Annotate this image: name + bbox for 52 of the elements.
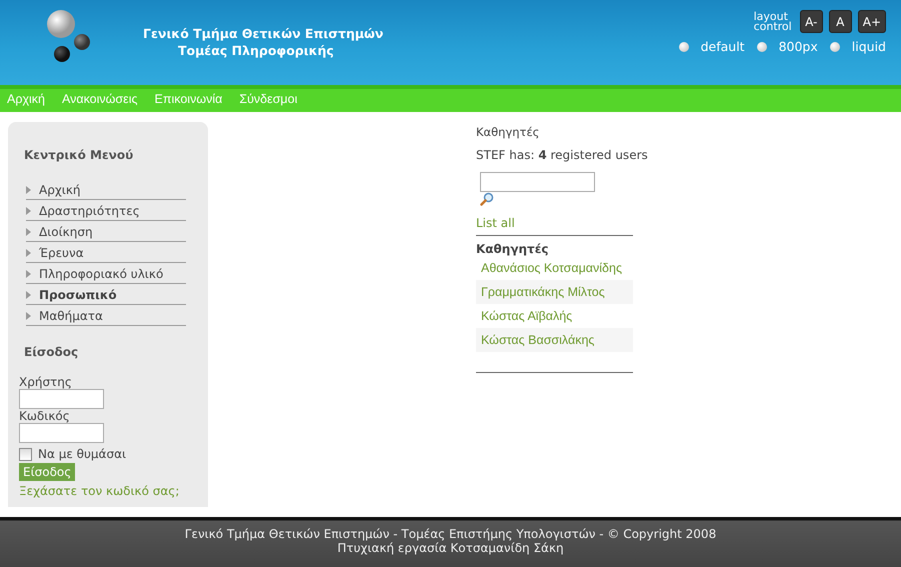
footer-text: Πτυχιακή εργασία Κοτσαμανίδη Σάκη — [336, 541, 565, 555]
nav-link[interactable]: Επικοινωνία — [154, 92, 222, 106]
menu-item[interactable]: Διοίκηση — [26, 222, 186, 242]
nav-link[interactable]: Ανακοινώσεις — [62, 92, 138, 106]
radio-label[interactable]: 800px — [778, 39, 818, 54]
list-all-link[interactable]: List all — [476, 216, 633, 236]
triangle-icon — [26, 290, 31, 298]
triangle-icon — [26, 206, 31, 214]
menu-item[interactable]: Πληροφοριακό υλικό — [26, 264, 186, 284]
nav-link[interactable]: Σύνδεσμοι — [239, 92, 298, 106]
login-title: Είσοδος — [24, 345, 78, 359]
radio-button[interactable] — [678, 42, 689, 52]
user-link[interactable]: Αθανάσιος Κοτσαμανίδης — [476, 256, 633, 280]
checkbox[interactable] — [19, 448, 32, 460]
radio-label[interactable]: default — [700, 39, 745, 54]
page-heading: Καθηγητές — [476, 125, 540, 139]
field-label: Κωδικός — [19, 409, 70, 423]
group-title: Καθηγητές — [476, 242, 550, 256]
user-link[interactable]: Κώστας Αϊβαλής — [476, 304, 633, 328]
radio-button[interactable] — [830, 42, 840, 52]
user-link[interactable]: Κώστας Βασσιλάκης — [476, 328, 633, 352]
footer-text: Γενικό Τμήμα Θετικών Επιστημών - Τομέας Επιστήμης Υπολογιστών - © Copyright 2008 — [184, 527, 718, 541]
layout-control-label: layout control — [754, 12, 792, 32]
font-size-button[interactable]: A+ — [858, 10, 886, 33]
site-title: Τομέας Πληροφορικής — [177, 43, 335, 58]
font-size-button[interactable]: A — [828, 10, 852, 33]
triangle-icon — [26, 312, 31, 320]
triangle-icon — [26, 228, 31, 236]
search-field[interactable] — [480, 172, 595, 192]
radio-button[interactable] — [756, 42, 767, 52]
search-icon[interactable] — [480, 192, 494, 206]
forgot-password-link[interactable]: Ξεχάσατε τον κωδικό σας; — [19, 484, 180, 498]
menu-item[interactable]: Αρχική — [26, 180, 186, 200]
password-field[interactable] — [19, 423, 104, 443]
user-link[interactable]: Γραμματικάκης Μίλτος — [476, 280, 633, 304]
font-size-button[interactable]: A- — [800, 10, 823, 33]
menu-title: Κεντρικό Μενού — [24, 148, 134, 162]
nav-link[interactable]: Αρχική — [7, 92, 45, 106]
menu-item[interactable]: Δραστηριότητες — [26, 201, 186, 221]
radio-label[interactable]: liquid — [852, 39, 886, 54]
checkbox-label: Να με θυμάσαι — [38, 447, 126, 461]
login-button[interactable]: Είσοδος — [19, 463, 76, 481]
triangle-icon — [26, 270, 31, 278]
field-label: Χρήστης — [19, 375, 72, 389]
user-count-text: STEF has: 4 registered users — [476, 148, 648, 162]
menu-item[interactable]: Έρευνα — [26, 243, 186, 263]
triangle-icon — [26, 248, 31, 256]
menu-item[interactable]: Μαθήματα — [26, 306, 186, 326]
site-title: Γενικό Τμήμα Θετικών Επιστημών — [143, 26, 384, 41]
triangle-icon — [26, 186, 31, 194]
username-field[interactable] — [19, 389, 104, 409]
menu-item[interactable]: Προσωπικό — [26, 285, 186, 305]
